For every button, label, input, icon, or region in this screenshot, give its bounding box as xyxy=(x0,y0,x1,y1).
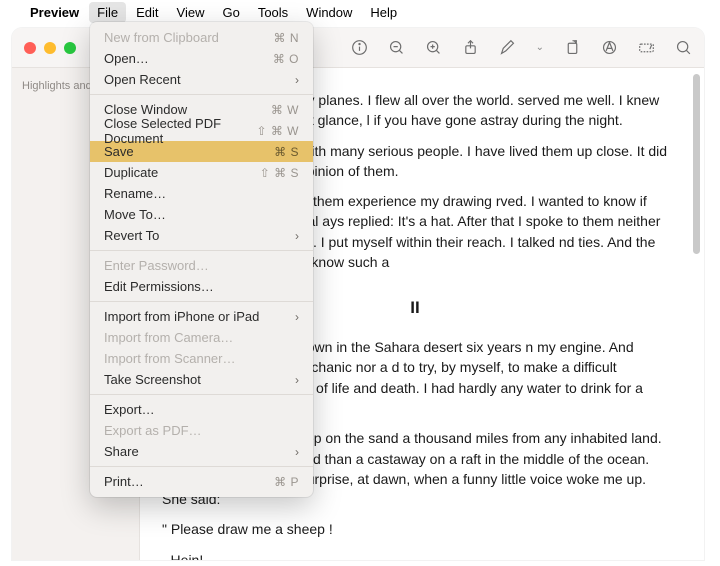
chevron-right-icon: › xyxy=(295,310,299,324)
menu-item-save[interactable]: Save⌘ S xyxy=(90,141,313,162)
menu-item-import-iphone[interactable]: Import from iPhone or iPad› xyxy=(90,306,313,327)
menu-item-open[interactable]: Open…⌘ O xyxy=(90,48,313,69)
zoom-in-icon[interactable] xyxy=(425,39,442,56)
menu-tools[interactable]: Tools xyxy=(258,5,288,20)
share-icon[interactable] xyxy=(462,39,479,56)
menubar: Preview File Edit View Go Tools Window H… xyxy=(0,0,720,24)
minimize-window-button[interactable] xyxy=(44,42,56,54)
markup-pencil-icon[interactable] xyxy=(499,39,516,56)
menu-item-edit-permissions[interactable]: Edit Permissions… xyxy=(90,276,313,297)
menu-window[interactable]: Window xyxy=(306,5,352,20)
menu-item-import-camera: Import from Camera… xyxy=(90,327,313,348)
file-menu-dropdown: New from Clipboard⌘ N Open…⌘ O Open Rece… xyxy=(90,22,313,497)
vertical-scrollbar[interactable] xyxy=(693,74,700,254)
menu-help[interactable]: Help xyxy=(370,5,397,20)
menu-item-share[interactable]: Share› xyxy=(90,441,313,462)
info-icon[interactable] xyxy=(351,39,368,56)
chevron-right-icon: › xyxy=(295,373,299,387)
menu-item-export-as-pdf: Export as PDF… xyxy=(90,420,313,441)
menu-item-close-selected-pdf[interactable]: Close Selected PDF Document⇧ ⌘ W xyxy=(90,120,313,141)
menu-item-enter-password: Enter Password… xyxy=(90,255,313,276)
menu-item-new-from-clipboard: New from Clipboard⌘ N xyxy=(90,27,313,48)
menu-item-print[interactable]: Print…⌘ P xyxy=(90,471,313,492)
app-name[interactable]: Preview xyxy=(30,5,79,20)
menu-view[interactable]: View xyxy=(177,5,205,20)
zoom-window-button[interactable] xyxy=(64,42,76,54)
body-text: - Hein! xyxy=(162,550,668,560)
menu-item-take-screenshot[interactable]: Take Screenshot› xyxy=(90,369,313,390)
menu-item-open-recent[interactable]: Open Recent› xyxy=(90,69,313,90)
toolbar-right: ⌄ xyxy=(351,39,692,56)
window-controls xyxy=(24,42,76,54)
zoom-out-icon[interactable] xyxy=(388,39,405,56)
rotate-icon[interactable] xyxy=(564,39,581,56)
menu-file[interactable]: File xyxy=(89,2,126,23)
menu-item-import-scanner: Import from Scanner… xyxy=(90,348,313,369)
chevron-right-icon: › xyxy=(295,445,299,459)
highlight-icon[interactable] xyxy=(601,39,618,56)
menu-item-move-to[interactable]: Move To… xyxy=(90,204,313,225)
chevron-right-icon: › xyxy=(295,73,299,87)
form-fill-icon[interactable] xyxy=(638,39,655,56)
menu-go[interactable]: Go xyxy=(222,5,239,20)
menu-item-rename[interactable]: Rename… xyxy=(90,183,313,204)
markup-menu-chevron-icon[interactable]: ⌄ xyxy=(536,42,544,53)
menu-item-revert-to[interactable]: Revert To› xyxy=(90,225,313,246)
menu-item-duplicate[interactable]: Duplicate⇧ ⌘ S xyxy=(90,162,313,183)
close-window-button[interactable] xyxy=(24,42,36,54)
menu-item-export[interactable]: Export… xyxy=(90,399,313,420)
body-text: " Please draw me a sheep ! xyxy=(162,519,668,539)
search-icon[interactable] xyxy=(675,39,692,56)
chevron-right-icon: › xyxy=(295,229,299,243)
menu-edit[interactable]: Edit xyxy=(136,5,158,20)
